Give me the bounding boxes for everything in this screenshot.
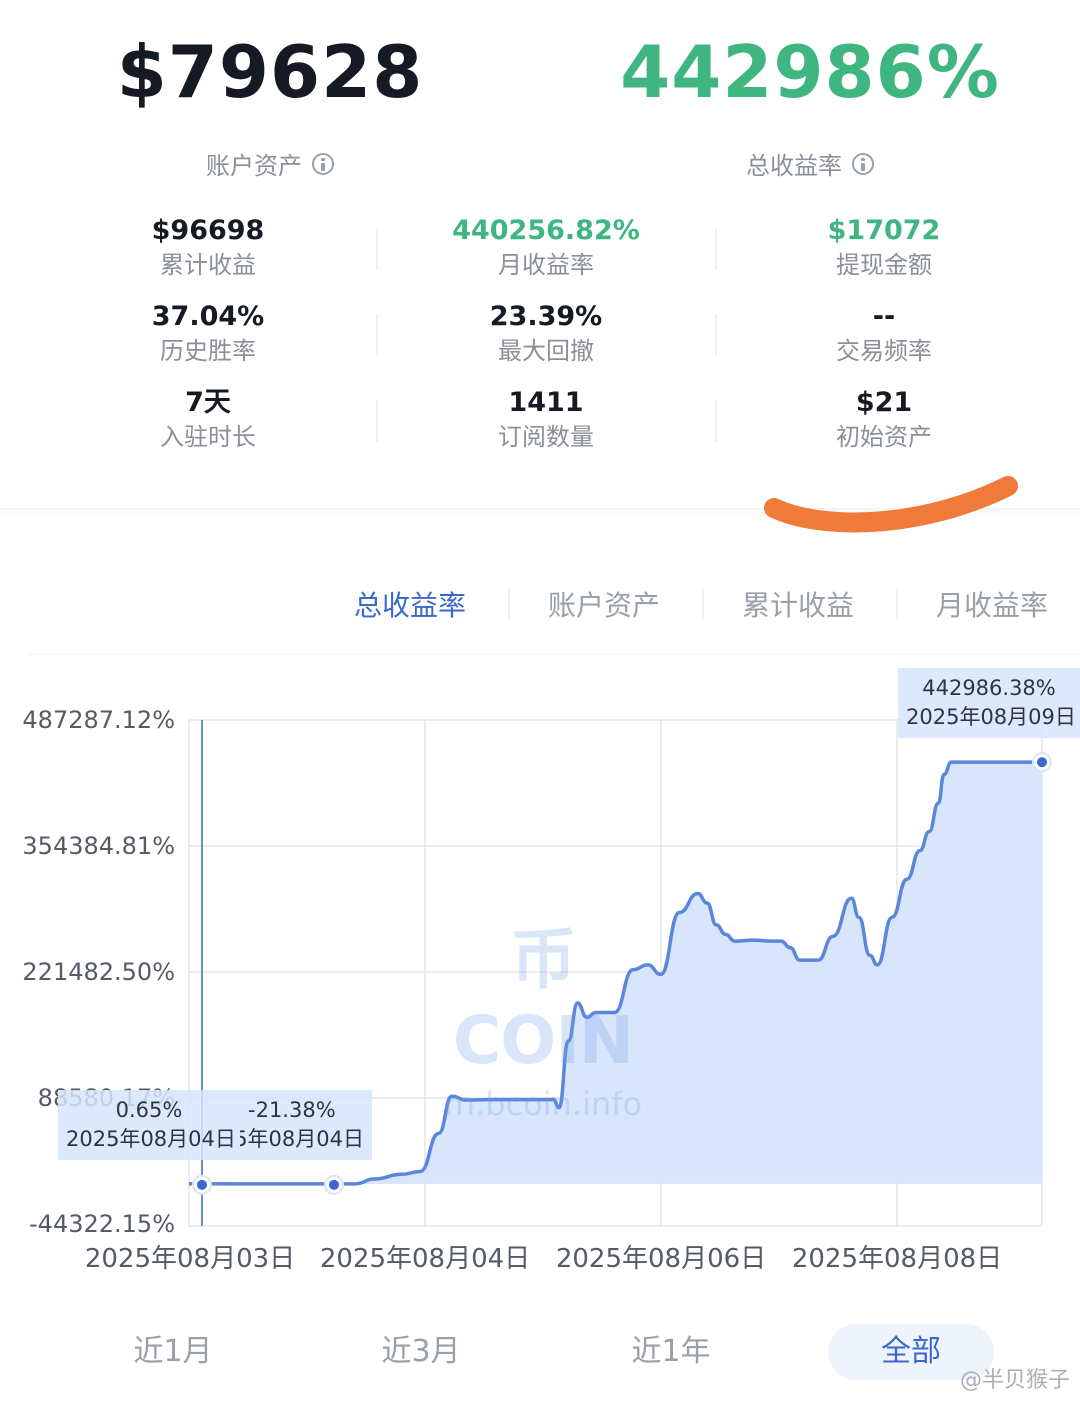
stat-win-rate: 37.04% 历史胜率 (58, 300, 358, 368)
tooltip-value: 0.65% (115, 1098, 183, 1122)
stat-label: 订阅数量 (498, 423, 594, 451)
tooltip-date: 2025年08月09日 (906, 705, 1076, 729)
info-icon[interactable] (852, 152, 874, 175)
stat-divider (715, 400, 717, 442)
stat-divider (376, 228, 378, 270)
account-asset-label: 账户资产 (206, 152, 302, 180)
stat-value: 37.04% (151, 301, 265, 332)
account-asset-label-row: 账户资产 (0, 146, 540, 181)
stat-value: 7天 (185, 387, 231, 418)
stat-value: -- (872, 301, 896, 332)
stat-divider (376, 400, 378, 442)
annotation-stroke (764, 476, 1018, 533)
range-1-month-button[interactable]: 近1月 (90, 1324, 256, 1380)
stat-initial-asset: $21 初始资产 (734, 386, 1034, 454)
total-return-label-row: 总收益率 (540, 146, 1080, 181)
x-tick-label: 2025年08月04日 (319, 1244, 531, 1274)
source-credit: @半贝猴子 (959, 1368, 1070, 1393)
stat-divider (376, 314, 378, 356)
time-range-selector: 近1月 近3月 近1年 全部 (0, 1324, 1080, 1384)
tab-account-asset[interactable]: 账户资产 (514, 584, 694, 624)
return-chart[interactable]: 币COIN m.bcoin.info 487287.12% 354384.81%… (0, 660, 1080, 1280)
stat-value: $96698 (151, 215, 265, 246)
stat-row-2: 37.04% 历史胜率 23.39% 最大回撤 -- 交易频率 (0, 300, 1080, 380)
stat-value: 440256.82% (452, 215, 640, 246)
stat-value: $17072 (827, 215, 941, 246)
stat-label: 初始资产 (836, 423, 932, 451)
page: $79628 账户资产 442986% 总收益率 $96698 累计收益 440… (0, 0, 1080, 1406)
orange-underline-annotation (764, 476, 1018, 533)
total-return-value: 442986% (620, 30, 1000, 114)
tabs-divider (28, 654, 1080, 655)
x-tick-label: 2025年08月03日 (84, 1244, 296, 1274)
tab-total-return[interactable]: 总收益率 (320, 584, 500, 624)
data-point-marker (197, 1179, 207, 1190)
metric-tabs: 总收益率 账户资产 累计收益 月收益率 (320, 572, 1080, 642)
tab-separator (896, 588, 898, 620)
stat-value: 1411 (508, 387, 584, 418)
stat-divider (715, 228, 717, 270)
stat-label: 累计收益 (160, 251, 256, 279)
tooltip-value: 442986.38% (922, 676, 1056, 700)
chart-tooltip: 0.65% 2025年08月04日 (58, 1090, 240, 1160)
info-icon[interactable] (312, 152, 334, 175)
account-asset-summary: $79628 账户资产 (0, 28, 540, 181)
tab-separator (702, 588, 704, 620)
stat-label: 历史胜率 (160, 337, 256, 365)
stat-subscriber-count: 1411 订阅数量 (396, 386, 696, 454)
stat-row-3: 7天 入驻时长 1411 订阅数量 $21 初始资产 (0, 386, 1080, 466)
watermark-url: m.bcoin.info (443, 1085, 643, 1123)
y-tick-label: 487287.12% (22, 706, 175, 734)
stat-label: 交易频率 (836, 337, 932, 365)
tooltip-value: -21.38% (248, 1098, 336, 1122)
stat-row-1: $96698 累计收益 440256.82% 月收益率 $17072 提现金额 (0, 214, 1080, 294)
y-tick-label: 221482.50% (22, 958, 175, 986)
tab-separator (508, 588, 510, 620)
stat-label: 提现金额 (836, 251, 932, 279)
stat-label: 最大回撤 (498, 337, 594, 365)
data-point-marker (329, 1179, 339, 1190)
y-tick-label: -44322.15% (29, 1210, 175, 1238)
x-tick-label: 2025年08月06日 (555, 1244, 767, 1274)
tab-cumulative-profit[interactable]: 累计收益 (708, 584, 888, 624)
range-1-year-button[interactable]: 近1年 (588, 1324, 754, 1380)
y-tick-label: 354384.81% (22, 832, 175, 860)
stat-value: 23.39% (489, 301, 603, 332)
data-point-marker (1037, 757, 1047, 768)
total-return-summary: 442986% 总收益率 (540, 28, 1080, 181)
stat-divider (715, 314, 717, 356)
stat-withdrawal-amount: $17072 提现金额 (734, 214, 1034, 282)
stat-label: 月收益率 (498, 251, 594, 279)
watermark-logo: 币COIN (452, 921, 634, 1079)
stat-max-drawdown: 23.39% 最大回撤 (396, 300, 696, 368)
tooltip-date: 2025年08月04日 (240, 1127, 364, 1151)
stat-label: 入驻时长 (160, 423, 256, 451)
tooltip-date: 2025年08月04日 (66, 1127, 236, 1151)
watermark: 币COIN m.bcoin.info (428, 906, 658, 1123)
stat-monthly-return: 440256.82% 月收益率 (396, 214, 696, 282)
chart-tooltip: 442986.38% 2025年08月09日 (898, 668, 1080, 738)
stat-tenure: 7天 入驻时长 (58, 386, 358, 454)
stat-trade-frequency: -- 交易频率 (734, 300, 1034, 368)
chart-tooltip: -21.38% 2025年08月04日 (240, 1090, 372, 1160)
total-return-label: 总收益率 (746, 152, 842, 180)
stat-value: $21 (855, 387, 913, 418)
range-3-month-button[interactable]: 近3月 (338, 1324, 504, 1380)
stats-card: $79628 账户资产 442986% 总收益率 $96698 累计收益 440… (0, 0, 1080, 533)
account-asset-value: $79628 (116, 30, 424, 114)
tab-monthly-return[interactable]: 月收益率 (902, 584, 1080, 624)
x-tick-label: 2025年08月08日 (791, 1244, 1003, 1274)
stat-cumulative-profit: $96698 累计收益 (58, 214, 358, 282)
